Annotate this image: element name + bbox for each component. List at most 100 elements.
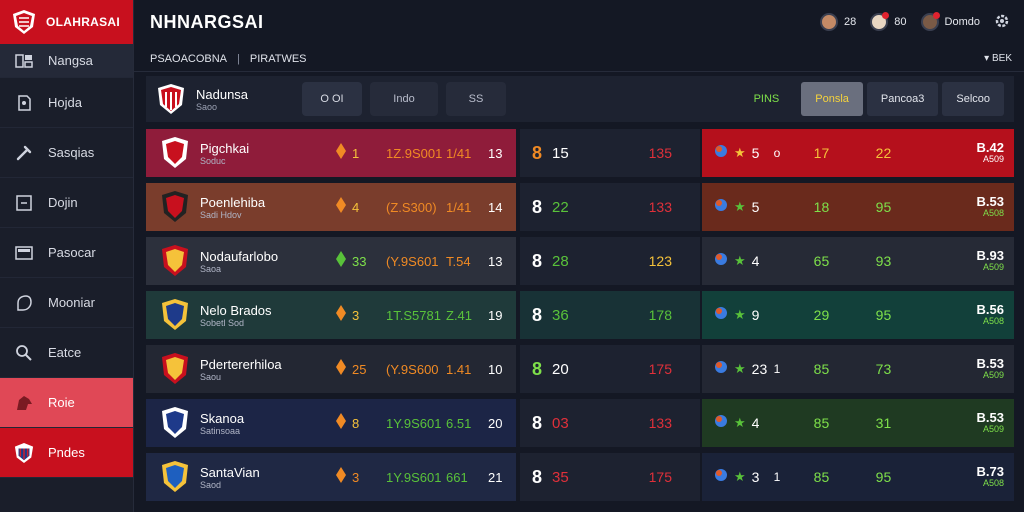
tab-pins[interactable]: PINS	[754, 93, 780, 105]
sidebar-item-label: Eatce	[48, 345, 82, 360]
sort-toggle[interactable]: ▾ BEK	[984, 53, 1024, 64]
sidebar-item-roie[interactable]: Roie	[0, 378, 133, 428]
row-stats-cell[interactable]: ★ 9 29 95 B.56 A508	[702, 291, 1014, 339]
user-chip[interactable]: 80	[870, 12, 907, 31]
row-team-cell[interactable]: Pdertererhiloa Saou 25 (Y.9S600 1.41 10	[146, 345, 516, 393]
table-row[interactable]: Skanoa Satinsoaa 8 1Y.9S601 6.51 20 8 03 133 ★ 4 85…	[146, 399, 1014, 447]
user-chip-label: 80	[894, 16, 907, 28]
sidebar-item-eatce[interactable]: Eatce	[0, 328, 133, 378]
tab-ponsla[interactable]: Ponsla	[801, 82, 863, 116]
tab-pancoa3[interactable]: Pancoa3	[866, 82, 939, 116]
count-value: 13	[488, 145, 503, 161]
sidebar-item-hojda[interactable]: Hojda	[0, 78, 133, 128]
sidebar-item-sasqias[interactable]: Sasqias	[0, 128, 133, 178]
stat-b: 85	[813, 415, 830, 431]
odds-value: (Y.9S600	[386, 361, 439, 377]
avatar	[870, 12, 890, 31]
user-chip[interactable]: 28	[820, 13, 856, 31]
stat-value: 5	[751, 145, 760, 161]
team-name-block: Nodaufarlobo Saoa	[200, 249, 320, 274]
team-name-block: Pdertererhiloa Saou	[200, 357, 320, 382]
row-stats-cell[interactable]: ★ 4 65 93 B.93 A509	[702, 237, 1014, 285]
brand-name: OLAHRASAI	[46, 15, 121, 29]
team-name: Nelo Brados	[200, 302, 272, 318]
stat-value: 4	[751, 415, 760, 431]
status-dot-icon	[714, 144, 728, 163]
row-score-cell[interactable]: 8 15 135	[520, 129, 700, 177]
stat-b: 85	[813, 361, 830, 377]
status-dot-icon	[714, 468, 728, 487]
table-row[interactable]: Pigchkai Soduc 1 1Z.9S001 1/41 13 8 15 135 ★ 5 o 17 2…	[146, 129, 1014, 177]
row-score-cell[interactable]: 8 36 178	[520, 291, 700, 339]
rating-code: A508	[982, 478, 1004, 489]
table-row[interactable]: Pdertererhiloa Saou 25 (Y.9S600 1.41 10 8 20 175…	[146, 345, 1014, 393]
row-team-cell[interactable]: Poenlehiba Sadi Hdov 4 (Z.S300) 1/41 14	[146, 183, 516, 231]
brand-bar[interactable]: OLAHRASAI	[0, 0, 133, 44]
rating-code: A508	[982, 316, 1004, 327]
shield-outline-icon	[14, 293, 34, 313]
team-name: Poenlehiba	[200, 194, 266, 210]
sidebar-item-pndes[interactable]: Pndes	[0, 428, 133, 478]
row-score-cell[interactable]: 8 22 133	[520, 183, 700, 231]
row-score-cell[interactable]: 8 20 175	[520, 345, 700, 393]
row-score-cell[interactable]: 8 03 133	[520, 399, 700, 447]
team-subtitle: Saod	[200, 479, 222, 490]
row-stats-cell[interactable]: ★ 5 o 17 22 B.42 A509	[702, 129, 1014, 177]
stat-c: 95	[875, 307, 892, 323]
row-stats-cell[interactable]: ★ 4 85 31 B.53 A509	[702, 399, 1014, 447]
table-row[interactable]: SantaVian Saod 3 1Y.9S601 661 21 8 35 175 ★ 3 1 85 95…	[146, 453, 1014, 501]
team-name-block: Nelo Brados Sobetl Sod	[200, 303, 320, 328]
table-row[interactable]: Nelo Brados Sobetl Sod 3 1T.S5781 Z.41 19 8 36 1…	[146, 291, 1014, 339]
sidebar-item-label: Pasocar	[48, 245, 96, 260]
row-score-cell[interactable]: 8 35 175	[520, 453, 700, 501]
rating-value: B.53	[976, 355, 1004, 371]
search-icon	[14, 343, 34, 363]
odds-value: (Z.S300)	[386, 199, 437, 215]
rating-block: B.42 A509	[977, 140, 1004, 165]
row-team-cell[interactable]: Nelo Brados Sobetl Sod 3 1T.S5781 Z.41 19	[146, 291, 516, 339]
breadcrumb-item[interactable]: PSAOACOBNA	[150, 53, 227, 65]
breadcrumb: PSAOACOBNA | PIRATWES ▾ BEK	[134, 46, 1024, 72]
user-chip[interactable]: Domdo	[920, 12, 980, 31]
club-crest-icon	[14, 442, 34, 463]
star-icon: ★	[734, 307, 746, 322]
sidebar-item-mooniar[interactable]: Mooniar	[0, 278, 133, 328]
row-team-cell[interactable]: Pigchkai Soduc 1 1Z.9S001 1/41 13	[146, 129, 516, 177]
filter-pill[interactable]: SS	[446, 82, 506, 116]
table-row[interactable]: Poenlehiba Sadi Hdov 4 (Z.S300) 1/41 14 8 22 133…	[146, 183, 1014, 231]
team-crest-icon	[162, 461, 188, 492]
count-value: 10	[488, 361, 503, 377]
gem-value: 3	[352, 469, 360, 485]
breadcrumb-item[interactable]: PIRATWES	[250, 53, 307, 65]
team-subtitle: Saou	[200, 371, 222, 382]
row-stats-cell[interactable]: ★ 5 18 95 B.53 A508	[702, 183, 1014, 231]
count-value: 13	[488, 253, 503, 269]
row-team-cell[interactable]: Nodaufarlobo Saoa 33 (Y.9S601 T.54 13	[146, 237, 516, 285]
score-value: 20	[552, 360, 569, 378]
gem-icon	[336, 250, 346, 272]
sidebar-item-nangsa[interactable]: Nangsa	[0, 44, 133, 78]
count-value: 21	[488, 469, 503, 485]
sidebar-item-pasocar[interactable]: Pasocar	[0, 228, 133, 278]
row-team-cell[interactable]: SantaVian Saod 3 1Y.9S601 661 21	[146, 453, 516, 501]
score-value: 36	[552, 306, 569, 324]
chevron-down-icon: ▾	[984, 53, 990, 64]
settings-gear-icon[interactable]	[994, 13, 1010, 32]
points-value: 175	[648, 469, 672, 485]
row-score-cell[interactable]: 8 28 123	[520, 237, 700, 285]
row-stats-cell[interactable]: ★ 23 1 85 73 B.53 A509	[702, 345, 1014, 393]
filter-pill[interactable]: O OI	[302, 82, 362, 116]
selected-team[interactable]: Nadunsa Saoo	[156, 83, 302, 115]
rating-block: B.56 A508	[977, 302, 1004, 327]
sidebar-item-dojin[interactable]: Dojin	[0, 178, 133, 228]
row-stats-cell[interactable]: ★ 3 1 85 95 B.73 A508	[702, 453, 1014, 501]
stat-c: 95	[875, 469, 892, 485]
ratio-value: 6.51	[446, 415, 472, 431]
row-team-cell[interactable]: Skanoa Satinsoaa 8 1Y.9S601 6.51 20	[146, 399, 516, 447]
tab-selcoo[interactable]: Selcoo	[942, 82, 1004, 116]
team-crest-icon	[162, 137, 188, 168]
table-row[interactable]: Nodaufarlobo Saoa 33 (Y.9S601 T.54 13 8 28 123 ★ 4…	[146, 237, 1014, 285]
gem-value: 8	[352, 415, 360, 431]
stat-c: 22	[875, 145, 892, 161]
filter-pill[interactable]: Indo	[370, 82, 438, 116]
